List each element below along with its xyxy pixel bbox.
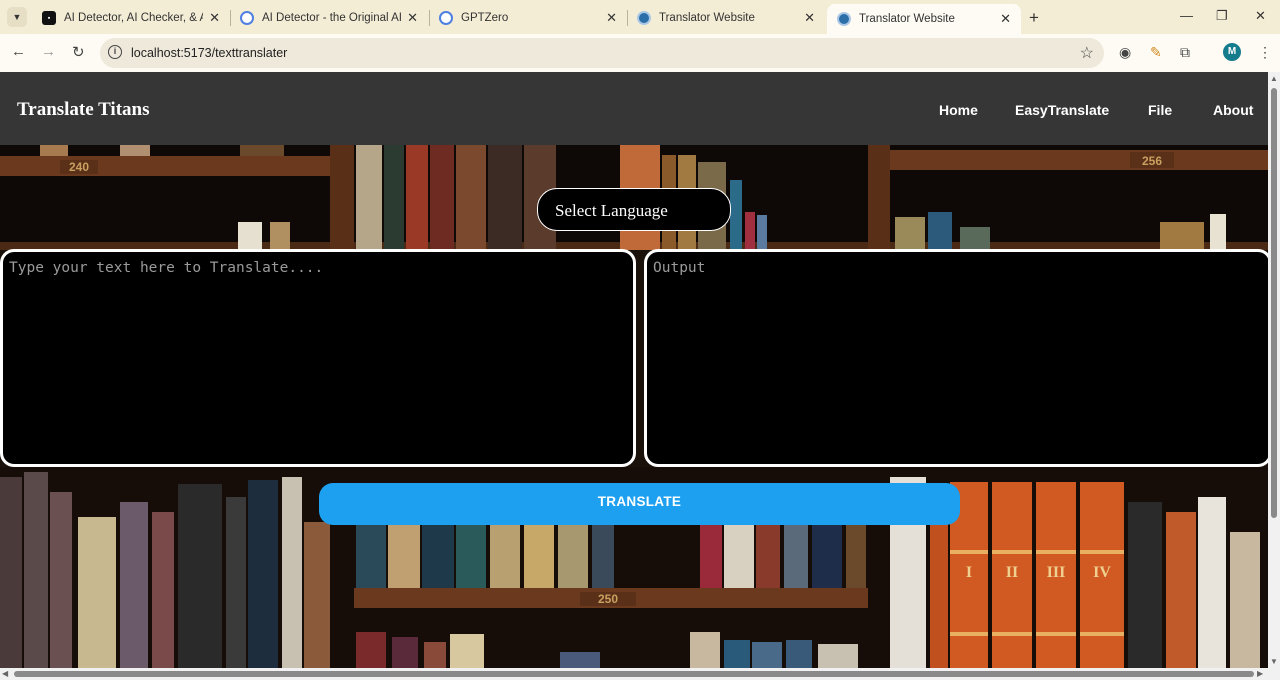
ai-detector-icon: ▪ bbox=[42, 11, 56, 25]
browser-toolbar: ← → ↻ i localhost:5173/texttranslater ☆ … bbox=[0, 34, 1280, 72]
react-icon bbox=[837, 12, 851, 26]
nav-link-file[interactable]: File bbox=[1148, 102, 1172, 118]
close-window-icon[interactable]: ✕ bbox=[1255, 8, 1266, 24]
close-tab-icon[interactable]: ✕ bbox=[804, 10, 815, 26]
new-tab-icon[interactable]: + bbox=[1029, 8, 1039, 28]
extensions-puzzle-icon[interactable]: ⧉ bbox=[1180, 44, 1190, 61]
nav-link-about[interactable]: About bbox=[1213, 102, 1253, 118]
profile-avatar[interactable]: M bbox=[1223, 43, 1241, 61]
tab-strip: ▼ ▪ AI Detector, AI Checker, & AI Hu ✕ A… bbox=[0, 0, 1280, 34]
scroll-right-arrow-icon[interactable]: ▶ bbox=[1257, 669, 1263, 678]
reload-icon[interactable]: ↻ bbox=[72, 43, 85, 61]
scrollbar-corner bbox=[1268, 668, 1280, 680]
tab-translator-1[interactable]: Translator Website ✕ bbox=[627, 4, 825, 32]
address-bar[interactable]: i localhost:5173/texttranslater ☆ bbox=[100, 38, 1104, 68]
svg-text:II: II bbox=[1006, 564, 1018, 581]
close-tab-icon[interactable]: ✕ bbox=[407, 10, 418, 26]
svg-text:IV: IV bbox=[1093, 564, 1111, 581]
nav-link-easytranslate[interactable]: EasyTranslate bbox=[1015, 102, 1109, 118]
tab-search-button[interactable]: ▼ bbox=[7, 7, 27, 27]
minimize-icon[interactable]: — bbox=[1180, 8, 1193, 23]
globe-icon bbox=[240, 11, 254, 25]
tab-title: Translator Website bbox=[659, 12, 755, 24]
forward-icon[interactable]: → bbox=[41, 43, 56, 60]
tab-title: Translator Website bbox=[859, 13, 955, 25]
tab-title: AI Detector - the Original AI Ch bbox=[262, 12, 402, 24]
svg-text:III: III bbox=[1047, 564, 1066, 581]
output-textarea[interactable]: Output bbox=[644, 249, 1268, 467]
bookmark-star-icon[interactable]: ☆ bbox=[1080, 43, 1094, 63]
shelf-label: 250 bbox=[598, 592, 618, 606]
vertical-scrollbar[interactable]: ▲ ▼ bbox=[1268, 72, 1280, 668]
close-tab-icon[interactable]: ✕ bbox=[1000, 11, 1011, 27]
extension-pen-icon[interactable]: ✎ bbox=[1150, 44, 1162, 61]
tab-ai-detector[interactable]: ▪ AI Detector, AI Checker, & AI Hu ✕ bbox=[32, 4, 230, 32]
shelf-label: 240 bbox=[69, 160, 89, 174]
close-tab-icon[interactable]: ✕ bbox=[209, 10, 220, 26]
shelf-label: 256 bbox=[1142, 154, 1162, 168]
nav-link-home[interactable]: Home bbox=[939, 102, 978, 118]
restore-icon[interactable]: ❐ bbox=[1216, 8, 1228, 24]
globe-icon bbox=[439, 11, 453, 25]
horizontal-scrollbar[interactable]: ◀ ▶ bbox=[0, 668, 1268, 680]
brand-title[interactable]: Translate Titans bbox=[17, 99, 150, 121]
tab-ai-detector-original[interactable]: AI Detector - the Original AI Ch ✕ bbox=[230, 4, 428, 32]
back-icon[interactable]: ← bbox=[11, 43, 26, 60]
tab-translator-active[interactable]: Translator Website ✕ bbox=[827, 4, 1021, 34]
tab-title: GPTZero bbox=[461, 12, 509, 24]
tab-gptzero[interactable]: GPTZero ✕ bbox=[429, 4, 627, 32]
extension-robot-icon[interactable]: ◉ bbox=[1119, 44, 1131, 61]
site-info-icon[interactable]: i bbox=[108, 45, 122, 59]
input-textarea[interactable]: Type your text here to Translate.... bbox=[0, 249, 636, 467]
language-select[interactable]: Select Language bbox=[537, 188, 731, 231]
close-tab-icon[interactable]: ✕ bbox=[606, 10, 617, 26]
scroll-down-arrow-icon[interactable]: ▼ bbox=[1270, 657, 1278, 666]
url-text[interactable]: localhost:5173/texttranslater bbox=[131, 46, 287, 60]
tab-title: AI Detector, AI Checker, & AI Hu bbox=[64, 12, 203, 24]
react-icon bbox=[637, 11, 651, 25]
scroll-left-arrow-icon[interactable]: ◀ bbox=[2, 669, 8, 678]
browser-menu-icon[interactable]: ⋮ bbox=[1258, 44, 1272, 61]
horizontal-scroll-thumb[interactable] bbox=[14, 671, 1254, 677]
site-navbar: Translate Titans Home EasyTranslate File… bbox=[0, 72, 1268, 145]
svg-text:I: I bbox=[966, 564, 972, 581]
scroll-up-arrow-icon[interactable]: ▲ bbox=[1270, 74, 1278, 83]
translate-button[interactable]: TRANSLATE bbox=[319, 483, 960, 525]
vertical-scroll-thumb[interactable] bbox=[1271, 88, 1277, 518]
page-viewport: 240 256 250 I II III IV Translate Titans… bbox=[0, 72, 1268, 668]
